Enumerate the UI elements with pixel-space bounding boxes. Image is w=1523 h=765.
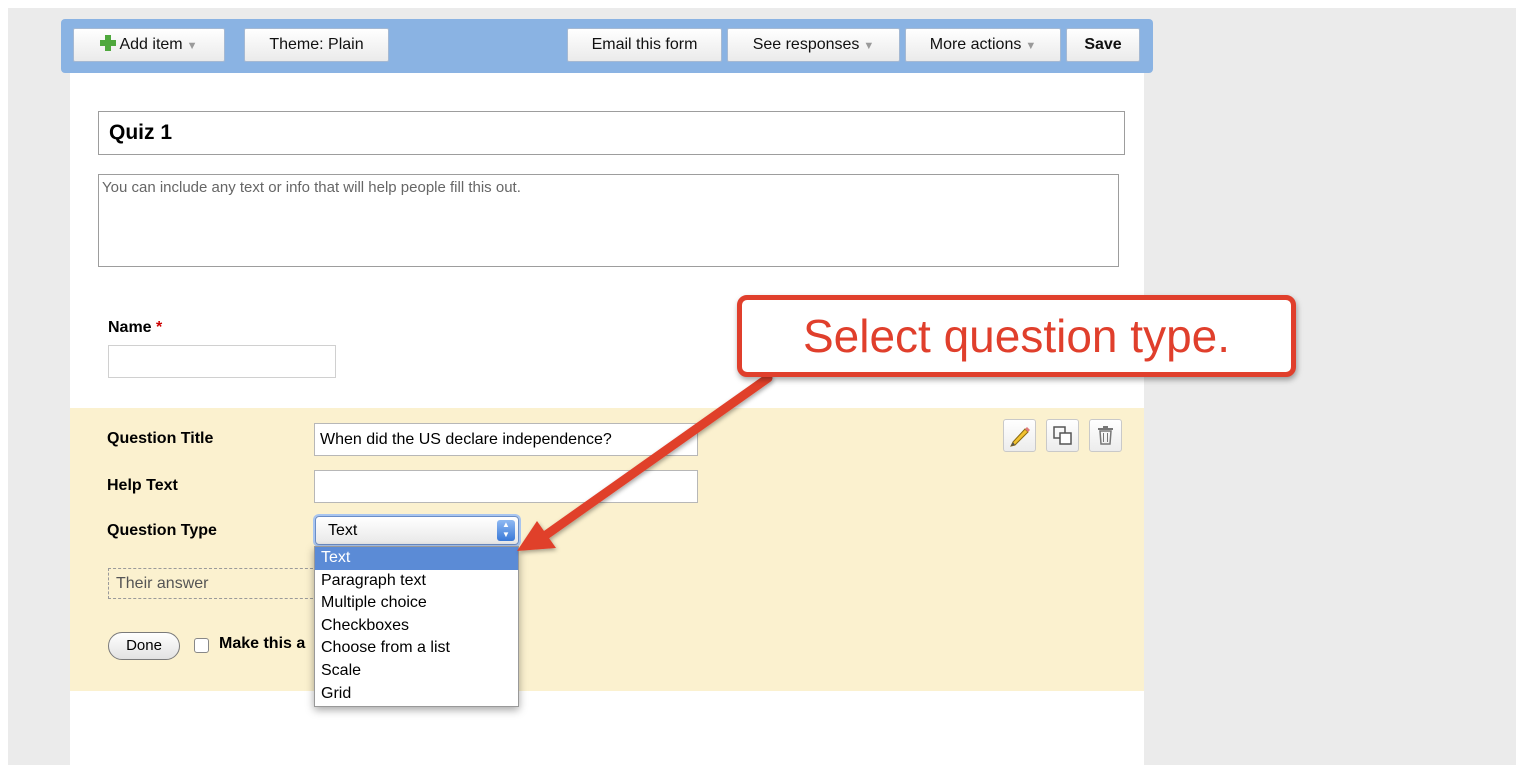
name-label-text: Name	[108, 319, 152, 336]
required-checkbox-label: Make this a	[219, 635, 306, 652]
more-actions-button[interactable]: More actions ▼	[905, 28, 1061, 62]
pencil-icon	[1010, 427, 1030, 447]
question-type-dropdown: Text Paragraph text Multiple choice Chec…	[314, 546, 519, 707]
name-question-label: Name *	[108, 319, 162, 337]
option-text[interactable]: Text	[315, 547, 518, 570]
question-title-label: Question Title	[107, 430, 214, 447]
add-item-button[interactable]: Add item ▼	[73, 28, 225, 62]
duplicate-icon	[1053, 426, 1072, 445]
option-checkboxes[interactable]: Checkboxes	[315, 615, 518, 638]
caret-down-icon: ▼	[863, 40, 875, 52]
question-type-value: Text	[328, 522, 358, 539]
add-item-label: Add item	[119, 36, 183, 53]
help-text-input[interactable]	[314, 470, 698, 503]
save-button[interactable]: Save	[1066, 28, 1140, 62]
required-checkbox[interactable]	[194, 638, 209, 653]
see-responses-button[interactable]: See responses ▼	[727, 28, 900, 62]
answer-preview: Their answer	[108, 568, 318, 599]
option-paragraph-text[interactable]: Paragraph text	[315, 570, 518, 593]
email-form-button[interactable]: Email this form	[567, 28, 722, 62]
option-choose-from-list[interactable]: Choose from a list	[315, 637, 518, 660]
more-actions-label: More actions	[929, 36, 1022, 53]
select-arrows-icon: ▲ ▼	[497, 520, 515, 541]
option-scale[interactable]: Scale	[315, 660, 518, 683]
trash-icon	[1098, 426, 1113, 445]
question-type-label: Question Type	[107, 522, 217, 539]
required-star: *	[156, 319, 163, 336]
form-description-input[interactable]: You can include any text or info that wi…	[98, 174, 1119, 267]
annotation-callout: Select question type.	[737, 295, 1296, 377]
edit-question-button[interactable]	[1003, 419, 1036, 452]
question-title-input[interactable]: When did the US declare independence?	[314, 423, 698, 456]
caret-down-icon: ▼	[186, 40, 198, 52]
question-type-select[interactable]: Text ▲ ▼	[315, 516, 519, 545]
toolbar: Add item ▼ Theme: Plain Email this form S…	[61, 19, 1153, 73]
name-answer-input[interactable]	[108, 345, 336, 378]
plus-icon	[100, 35, 117, 51]
theme-button[interactable]: Theme: Plain	[244, 28, 389, 62]
form-title-input[interactable]: Quiz 1	[98, 111, 1125, 155]
caret-down-icon: ▼	[1025, 40, 1037, 52]
option-multiple-choice[interactable]: Multiple choice	[315, 592, 518, 615]
option-grid[interactable]: Grid	[315, 683, 518, 706]
see-responses-label: See responses	[752, 36, 860, 53]
done-button[interactable]: Done	[108, 632, 180, 660]
delete-question-button[interactable]	[1089, 419, 1122, 452]
help-text-label: Help Text	[107, 477, 178, 494]
duplicate-question-button[interactable]	[1046, 419, 1079, 452]
